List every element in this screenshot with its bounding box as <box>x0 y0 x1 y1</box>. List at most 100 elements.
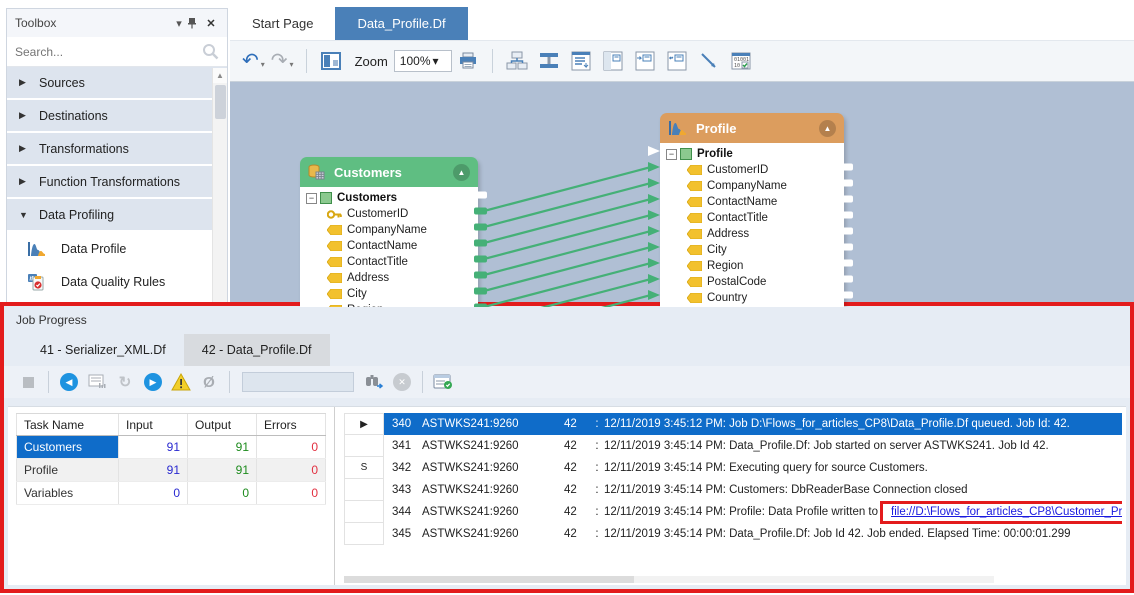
warning-filter-icon[interactable] <box>169 370 193 394</box>
collapse-button[interactable]: ▲ <box>819 120 836 137</box>
scroll-up-icon[interactable]: ▲ <box>213 68 227 83</box>
task-row-profile[interactable]: Profile91910 <box>16 459 326 482</box>
row-selector-cell[interactable] <box>344 501 384 523</box>
list-order-icon[interactable] <box>568 48 594 74</box>
toolbox-category-data-profiling[interactable]: ▼Data Profiling <box>7 199 227 232</box>
task-name-cell[interactable]: Customers <box>16 436 119 458</box>
undo-dropdown-icon[interactable]: ▾ <box>261 60 265 69</box>
log-row-342[interactable]: S342ASTWKS241:926042:12/11/2019 3:45:14 … <box>344 457 1122 479</box>
expand-all-icon[interactable] <box>664 48 690 74</box>
column-header-output[interactable]: Output <box>188 414 257 435</box>
undo-icon[interactable]: ↶ <box>242 51 259 71</box>
scrollbar-thumb[interactable] <box>215 85 226 119</box>
binary-settings-icon[interactable]: 0100110 <box>728 48 754 74</box>
field-contactname[interactable]: ContactName <box>666 194 844 210</box>
toolbox-item-data-quality-rules[interactable]: ifData Quality Rules <box>7 265 227 298</box>
column-header-task-name[interactable]: Task Name <box>16 414 119 435</box>
toolbox-scrollbar[interactable]: ▲ <box>212 68 227 304</box>
zoom-dropdown-icon[interactable]: ▾ <box>433 54 444 68</box>
tree-root-customers[interactable]: −Customers <box>306 190 478 206</box>
next-message-button[interactable]: ▶ <box>141 370 165 394</box>
log-row-344[interactable]: 344ASTWKS241:926042:12/11/2019 3:45:14 P… <box>344 501 1122 523</box>
link-tool-icon[interactable] <box>696 48 722 74</box>
collapse-button[interactable]: ▲ <box>453 164 470 181</box>
scrollbar-thumb[interactable] <box>344 576 634 583</box>
field-city[interactable]: City <box>666 242 844 258</box>
log-row-content[interactable]: 345ASTWKS241:926042:12/11/2019 3:45:14 P… <box>384 523 1122 545</box>
field-country[interactable]: Country <box>666 290 844 306</box>
align-layout-icon[interactable] <box>536 48 562 74</box>
field-city[interactable]: City <box>306 286 478 302</box>
field-address[interactable]: Address <box>306 270 478 286</box>
log-settings-icon[interactable] <box>431 370 455 394</box>
redo-icon[interactable]: ↷ <box>271 51 288 71</box>
print-icon[interactable] <box>455 48 481 74</box>
toolbox-category-transformations[interactable]: ▶Transformations <box>7 133 227 166</box>
toolbox-category-function-transformations[interactable]: ▶Function Transformations <box>7 166 227 199</box>
collapse-minus-icon[interactable]: − <box>306 193 317 204</box>
field-postalcode[interactable]: PostalCode <box>666 274 844 290</box>
job-tab-42-data-profile-df[interactable]: 42 - Data_Profile.Df <box>184 334 330 366</box>
zoom-select[interactable]: 100% ▾ <box>394 50 452 72</box>
toolbox-category-sources[interactable]: ▶Sources <box>7 67 227 100</box>
toolbox-category-destinations[interactable]: ▶Destinations <box>7 100 227 133</box>
row-selector-cell[interactable]: S <box>344 457 384 479</box>
toolbox-item-data-profile[interactable]: Data Profile <box>7 232 227 265</box>
task-name-cell[interactable]: Profile <box>16 459 119 481</box>
prev-message-button[interactable]: ◀ <box>57 370 81 394</box>
log-horizontal-scrollbar[interactable] <box>344 576 994 583</box>
log-row-content[interactable]: 344ASTWKS241:926042:12/11/2019 3:45:14 P… <box>384 501 1122 523</box>
log-detail-icon[interactable] <box>85 370 109 394</box>
close-icon[interactable]: ✕ <box>203 17 219 30</box>
node-header[interactable]: Profile▲ <box>660 113 844 143</box>
log-row-content[interactable]: 343ASTWKS241:926042:12/11/2019 3:45:14 P… <box>384 479 1122 501</box>
log-search-input[interactable] <box>242 372 354 392</box>
refresh-icon[interactable]: ↻ <box>113 370 137 394</box>
expand-node-icon[interactable] <box>600 48 626 74</box>
log-row-340[interactable]: ▶340ASTWKS241:926042:12/11/2019 3:45:12 … <box>344 413 1122 435</box>
redo-dropdown-icon[interactable]: ▾ <box>290 60 294 69</box>
clear-search-button[interactable]: ✕ <box>390 370 414 394</box>
log-row-content[interactable]: 341ASTWKS241:926042:12/11/2019 3:45:14 P… <box>384 435 1122 457</box>
field-contacttitle[interactable]: ContactTitle <box>306 254 478 270</box>
tab-data-profile-df[interactable]: Data_Profile.Df <box>335 7 467 40</box>
field-customerid[interactable]: CustomerID <box>666 162 844 178</box>
field-companyname[interactable]: CompanyName <box>666 178 844 194</box>
null-filter-icon[interactable]: Ø <box>197 370 221 394</box>
column-header-errors[interactable]: Errors <box>257 414 326 435</box>
stop-button[interactable] <box>16 370 40 394</box>
log-row-content[interactable]: 340ASTWKS241:926042:12/11/2019 3:45:12 P… <box>384 413 1122 435</box>
collapse-minus-icon[interactable]: − <box>666 149 677 160</box>
field-companyname[interactable]: CompanyName <box>306 222 478 238</box>
task-name-cell[interactable]: Variables <box>16 482 119 504</box>
job-tab-41-serializer-xml-df[interactable]: 41 - Serializer_XML.Df <box>22 334 184 366</box>
field-region[interactable]: Region <box>666 258 844 274</box>
field-contacttitle[interactable]: ContactTitle <box>666 210 844 226</box>
node-customers[interactable]: Customers▲ −CustomersCustomerIDCompanyNam… <box>300 157 478 307</box>
row-selector-cell[interactable] <box>344 435 384 457</box>
column-header-input[interactable]: Input <box>119 414 188 435</box>
field-customerid[interactable]: CustomerID <box>306 206 478 222</box>
find-next-icon[interactable] <box>362 370 386 394</box>
profile-file-link[interactable]: file://D:\Flows_for_articles_CP8\Custome… <box>891 506 1122 518</box>
log-row-content[interactable]: 342ASTWKS241:926042:12/11/2019 3:45:14 P… <box>384 457 1122 479</box>
row-selector-cell[interactable] <box>344 479 384 501</box>
task-row-customers[interactable]: Customers91910 <box>16 436 326 459</box>
field-address[interactable]: Address <box>666 226 844 242</box>
node-header[interactable]: Customers▲ <box>300 157 478 187</box>
field-contactname[interactable]: ContactName <box>306 238 478 254</box>
log-row-343[interactable]: 343ASTWKS241:926042:12/11/2019 3:45:14 P… <box>344 479 1122 501</box>
row-selector-cell[interactable] <box>344 523 384 545</box>
pin-icon[interactable] <box>187 17 203 29</box>
search-input[interactable] <box>15 45 202 59</box>
tab-start-page[interactable]: Start Page <box>230 7 335 40</box>
window-menu-icon[interactable]: ▾ <box>171 17 187 30</box>
log-row-345[interactable]: 345ASTWKS241:926042:12/11/2019 3:45:14 P… <box>344 523 1122 545</box>
flow-canvas[interactable]: Customers▲−CustomersCustomerIDCompanyNam… <box>230 82 1134 307</box>
task-row-variables[interactable]: Variables000 <box>16 482 326 505</box>
node-profile[interactable]: Profile▲−ProfileCustomerIDCompanyNameCon… <box>660 113 844 307</box>
log-row-341[interactable]: 341ASTWKS241:926042:12/11/2019 3:45:14 P… <box>344 435 1122 457</box>
tree-root-profile[interactable]: −Profile <box>666 146 844 162</box>
current-row-arrow-icon[interactable]: ▶ <box>344 413 384 435</box>
panel-layout-icon[interactable] <box>318 48 344 74</box>
